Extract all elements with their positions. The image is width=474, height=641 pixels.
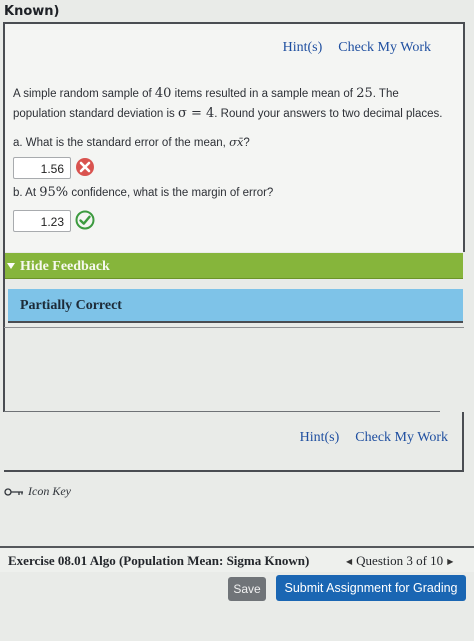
sample-mean: 25 [356, 86, 373, 101]
standard-error-symbol: σx̄ [229, 135, 244, 149]
part-a-label: a. What is the standard error of the mea… [13, 135, 250, 149]
exercise-title: Exercise 08.01 Algo (Population Mean: Si… [8, 553, 310, 568]
question-panel: Hint(s) Check My Work A simple random sa… [3, 22, 465, 252]
check-my-work-link[interactable]: Check My Work [355, 430, 448, 446]
hide-feedback-label: Hide Feedback [20, 259, 110, 274]
incorrect-x-icon [76, 158, 94, 176]
part-a-answer-input[interactable]: 1.56 [13, 157, 71, 179]
part-b-label: b. At 95% confidence, what is the margin… [13, 185, 274, 200]
divider [4, 327, 464, 328]
icon-key-link[interactable]: Icon Key [4, 484, 71, 499]
part-b-answer-input[interactable]: 1.23 [13, 210, 71, 232]
help-links-top: Hint(s) Check My Work [283, 40, 431, 56]
key-icon [4, 487, 23, 496]
sigma-value: σ = 4 [177, 106, 215, 121]
confidence-percent: 95% [39, 185, 69, 200]
question-position: Question 3 of 10 [356, 553, 444, 568]
feedback-result-band: Partially Correct [8, 289, 463, 323]
sample-size: 40 [154, 86, 172, 101]
hint-link[interactable]: Hint(s) [283, 40, 323, 56]
save-button[interactable]: Save [228, 577, 266, 601]
check-my-work-link[interactable]: Check My Work [338, 40, 431, 56]
panel-left-border [3, 252, 5, 412]
page-heading-fragment: Known) [4, 4, 60, 19]
partially-correct-label: Partially Correct [20, 298, 122, 313]
correct-check-icon [75, 210, 95, 230]
collapse-triangle-icon [7, 263, 15, 269]
icon-key-label: Icon Key [28, 484, 71, 498]
previous-question-arrow-icon[interactable]: ◀ [346, 557, 352, 566]
help-links-bottom: Hint(s) Check My Work [300, 430, 448, 446]
hide-feedback-toggle[interactable]: Hide Feedback [4, 253, 463, 279]
question-prompt: A simple random sample of 40 items resul… [13, 86, 443, 121]
submit-assignment-button[interactable]: Submit Assignment for Grading [276, 575, 466, 601]
next-question-arrow-icon[interactable]: ▶ [447, 557, 453, 566]
exercise-footer-bar: Exercise 08.01 Algo (Population Mean: Si… [0, 546, 474, 572]
question-navigation: ◀ Question 3 of 10 ▶ [346, 553, 453, 569]
hint-link[interactable]: Hint(s) [300, 430, 340, 446]
